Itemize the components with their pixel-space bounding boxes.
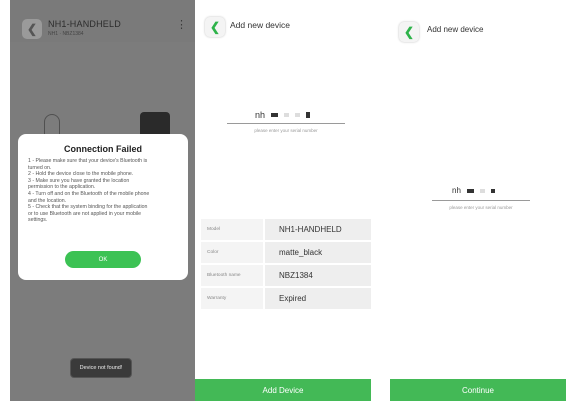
- serial-input[interactable]: nh: [255, 110, 311, 120]
- dialog-title: Connection Failed: [63, 144, 142, 154]
- info-value: matte_black: [265, 242, 371, 263]
- chevron-left-icon: ❮: [403, 25, 415, 39]
- table-row: Model NH1-HANDHELD: [201, 219, 371, 240]
- connection-failed-dialog: Connection Failed 1 - Please make sure t…: [18, 134, 188, 280]
- serial-hint: please enter your serial number: [254, 128, 318, 133]
- masked-serial-block: [306, 112, 311, 118]
- info-key: Warranty: [201, 288, 263, 309]
- dialog-line: 4 - Turn off and on the Bluetooth of the…: [28, 190, 150, 197]
- device-header: ❮ NH1-HANDHELD NH1 · NBZ1384 ⋮: [10, 0, 195, 42]
- toast-message: Device not found!: [70, 358, 132, 378]
- masked-serial-block: [490, 188, 495, 193]
- masked-serial-block: [284, 113, 290, 117]
- serial-underline: [227, 123, 345, 124]
- device-info-table: Model NH1-HANDHELD Color matte_black Blu…: [201, 219, 371, 311]
- ok-button[interactable]: OK: [65, 251, 141, 268]
- continue-button[interactable]: Continue: [390, 379, 566, 401]
- info-value: NH1-HANDHELD: [265, 219, 371, 240]
- add-device-info-screen: ❮ Add new device nh please enter your se…: [195, 0, 385, 401]
- connection-failed-screen: ❮ NH1-HANDHELD NH1 · NBZ1384 ⋮ Connectio…: [10, 0, 195, 401]
- page-title: Add new device: [427, 25, 484, 34]
- serial-hint: please enter your serial number: [449, 205, 513, 210]
- serial-prefix: nh: [255, 110, 266, 120]
- info-key: Color: [201, 242, 263, 263]
- dialog-line: 5 - Check that the system binding for th…: [28, 204, 148, 211]
- kebab-icon[interactable]: ⋮: [176, 18, 187, 31]
- add-device-serial-screen: ❮ Add new device nh please enter your se…: [390, 0, 566, 401]
- table-row: Bluetooth name NBZ1384: [201, 265, 371, 286]
- serial-underline: [432, 200, 530, 201]
- dialog-line: 3 - Make sure you have granted the locat…: [28, 177, 130, 184]
- dialog-line: 2 - Hold the device close to the mobile …: [28, 171, 134, 178]
- device-name: NH1-HANDHELD: [48, 19, 121, 29]
- back-button[interactable]: ❮: [399, 22, 419, 42]
- page-title: Add new device: [230, 20, 291, 30]
- dialog-line: permission to the application.: [28, 184, 96, 191]
- back-button[interactable]: ❮: [205, 17, 225, 37]
- chevron-left-icon: ❮: [209, 20, 221, 34]
- table-row: Color matte_black: [201, 242, 371, 263]
- dialog-line: turned on.: [28, 164, 52, 171]
- info-key: Bluetooth name: [201, 265, 263, 286]
- table-row: Warranty Expired: [201, 288, 371, 309]
- serial-prefix: nh: [452, 186, 461, 195]
- dialog-line: and the location.: [28, 197, 67, 204]
- device-subtitle: NH1 · NBZ1384: [48, 31, 84, 37]
- info-value: NBZ1384: [265, 265, 371, 286]
- back-button[interactable]: ❮: [22, 19, 42, 39]
- dialog-line: 1 - Please make sure that your device's …: [28, 158, 148, 164]
- dialog-line: settings.: [28, 217, 48, 224]
- chevron-left-icon: ❮: [26, 22, 38, 36]
- info-key: Model: [201, 219, 263, 240]
- info-value: Expired: [265, 288, 371, 309]
- masked-serial-block: [295, 113, 301, 117]
- serial-input[interactable]: nh: [452, 186, 495, 195]
- dialog-line: or to use Bluetooth are not applied in y…: [28, 210, 142, 217]
- masked-serial-block: [479, 188, 485, 193]
- masked-serial-block: [466, 188, 474, 193]
- add-device-button[interactable]: Add Device: [195, 379, 371, 401]
- masked-serial-block: [271, 113, 279, 117]
